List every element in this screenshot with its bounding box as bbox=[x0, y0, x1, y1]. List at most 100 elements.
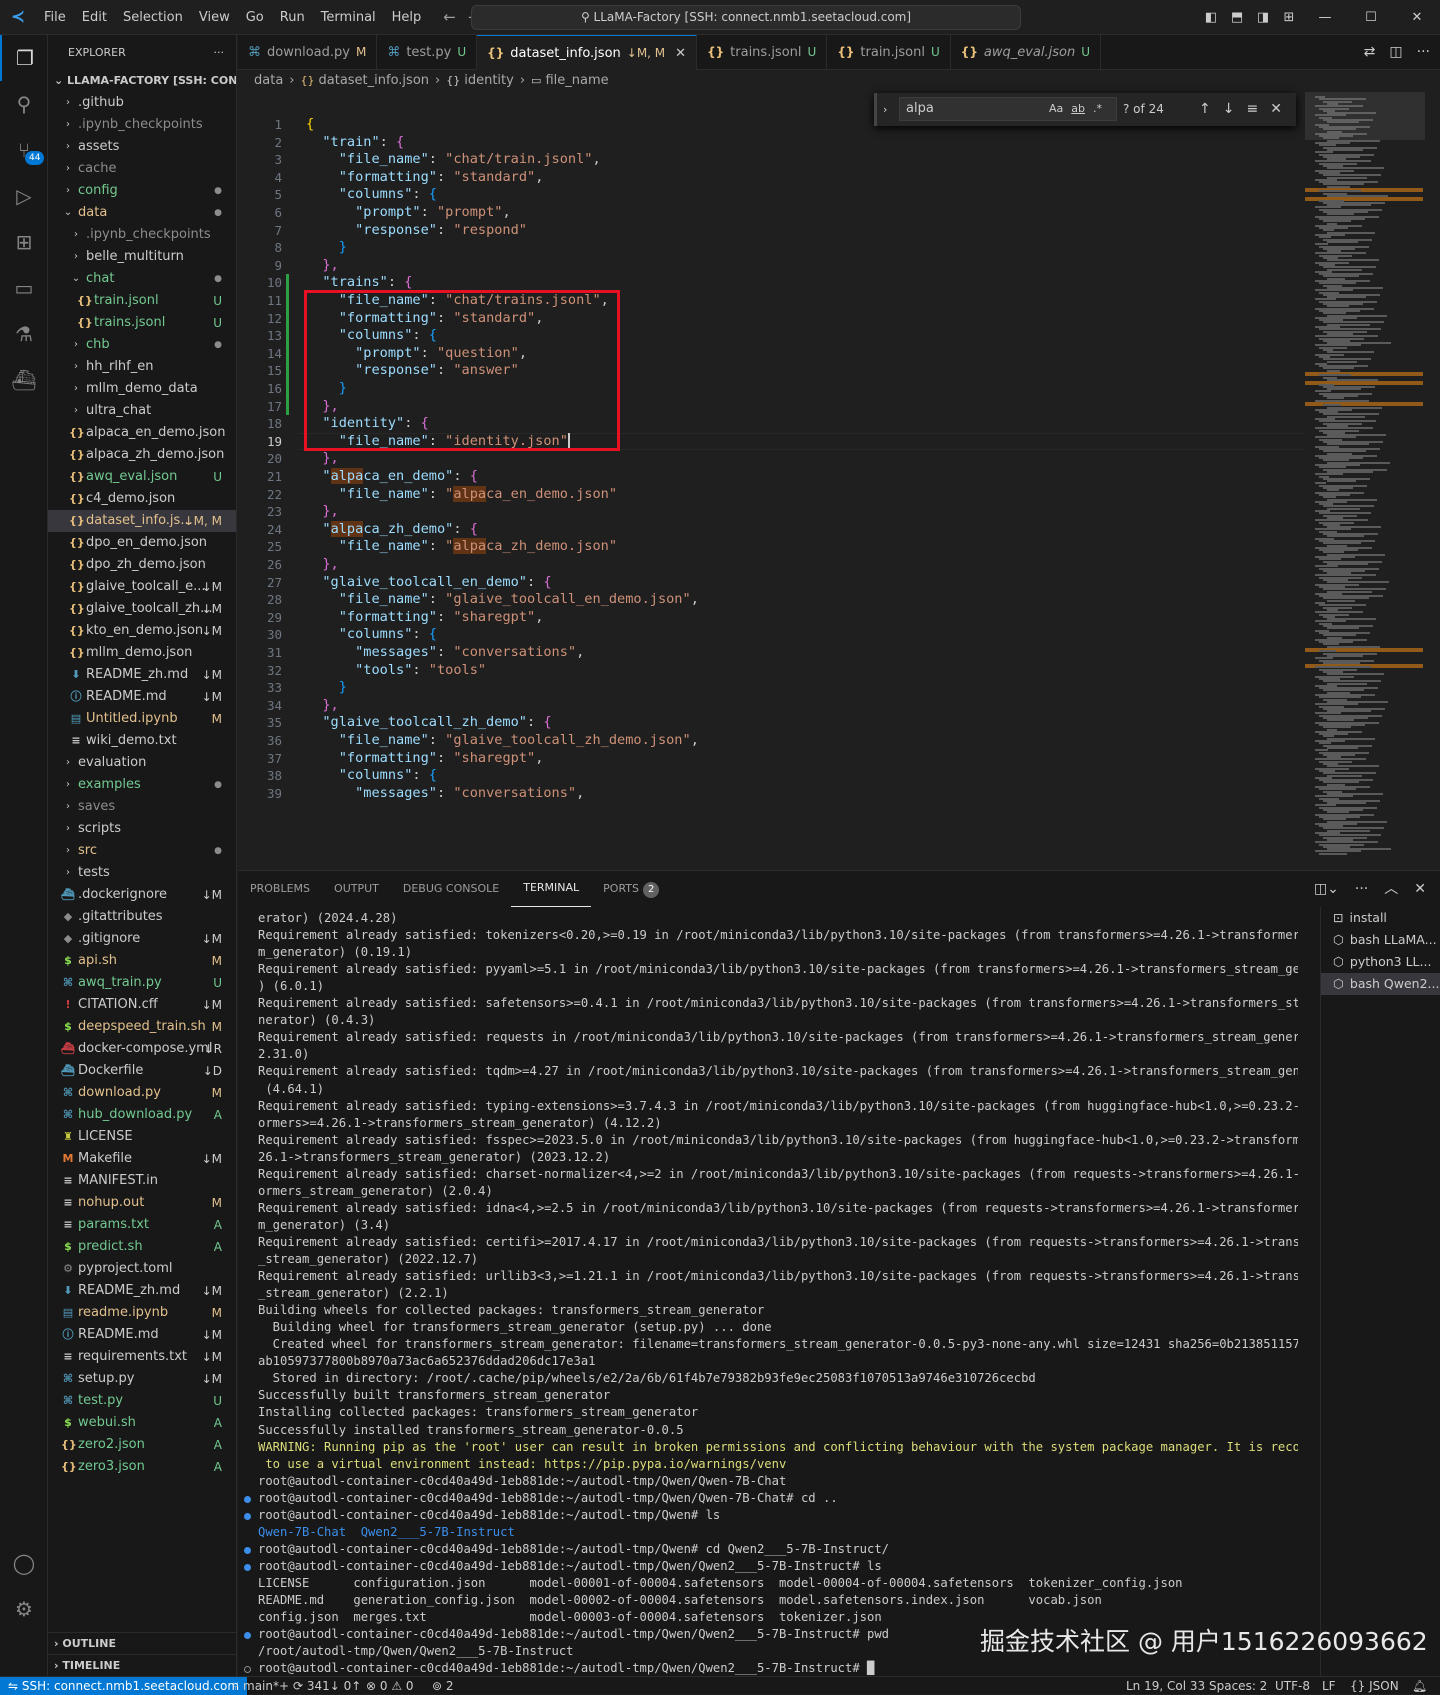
menu-run[interactable]: Run bbox=[272, 0, 313, 35]
remote-explorer-icon[interactable]: ▭ bbox=[0, 265, 48, 311]
folder-item[interactable]: › evaluation bbox=[48, 752, 236, 774]
maximize-button[interactable]: ☐ bbox=[1348, 10, 1394, 25]
customize-layout-icon[interactable]: ⊞ bbox=[1276, 10, 1302, 25]
file-item[interactable]: {} glaive_toolcall_zh... ↓M bbox=[48, 598, 236, 620]
folder-item[interactable]: › .ipynb_checkpoints bbox=[48, 224, 236, 246]
more-actions-icon[interactable]: ··· bbox=[1417, 35, 1430, 70]
command-decoration-icon[interactable] bbox=[244, 1666, 251, 1674]
file-item[interactable]: ⛴ .dockerignore ↓M bbox=[48, 884, 236, 906]
language-status[interactable]: {} JSON bbox=[1350, 1677, 1399, 1695]
file-item[interactable]: ⌘ test.py U bbox=[48, 1390, 236, 1412]
folder-item[interactable]: › config ● bbox=[48, 180, 236, 202]
tab-trains-jsonl[interactable]: {} trains.jsonl U bbox=[697, 35, 828, 70]
file-item[interactable]: ⓘ README.md ↓M bbox=[48, 686, 236, 708]
tab-dataset-info-json[interactable]: {} dataset_info.json ↓M, M ✕ bbox=[477, 35, 698, 70]
next-match-icon[interactable]: ↓ bbox=[1223, 93, 1235, 126]
back-arrow-icon[interactable]: ← bbox=[443, 8, 456, 26]
breadcrumb-item[interactable]: file_name bbox=[545, 73, 608, 88]
file-item[interactable]: {} dataset_info.js... ↓M, M bbox=[48, 510, 236, 532]
run-debug-icon[interactable]: ▷ bbox=[0, 173, 48, 219]
file-item[interactable]: {} glaive_toolcall_e... ↓M bbox=[48, 576, 236, 598]
command-decoration-icon[interactable] bbox=[244, 1495, 251, 1503]
folder-item[interactable]: › src ● bbox=[48, 840, 236, 862]
file-item[interactable]: ≡ wiki_demo.txt bbox=[48, 730, 236, 752]
close-tab-icon[interactable]: ✕ bbox=[675, 46, 686, 61]
file-item[interactable]: {} alpaca_en_demo.json bbox=[48, 422, 236, 444]
file-item[interactable]: ≡ MANIFEST.in bbox=[48, 1170, 236, 1192]
panel-tab-terminal[interactable]: TERMINAL bbox=[511, 871, 592, 907]
cursor-position[interactable]: Ln 19, Col 33 bbox=[1126, 1677, 1205, 1695]
breadcrumb-item[interactable]: identity bbox=[464, 73, 514, 88]
folder-item[interactable]: › belle_multiturn bbox=[48, 246, 236, 268]
command-decoration-icon[interactable] bbox=[244, 1563, 251, 1571]
file-item[interactable]: $ api.sh M bbox=[48, 950, 236, 972]
terminal-instance[interactable]: ⊡ install bbox=[1321, 907, 1440, 929]
terminal-instance[interactable]: ⬡ bash Qwen2... bbox=[1321, 973, 1440, 995]
panel-tab-ports[interactable]: PORTS 2 bbox=[591, 871, 671, 907]
close-find-icon[interactable]: ✕ bbox=[1270, 93, 1282, 126]
file-item[interactable]: {} mllm_demo.json bbox=[48, 642, 236, 664]
file-item[interactable]: {} c4_demo.json bbox=[48, 488, 236, 510]
testing-icon[interactable]: ⚗ bbox=[0, 311, 48, 357]
folder-item[interactable]: ⌄ data ● bbox=[48, 202, 236, 224]
file-item[interactable]: ≡ params.txt A bbox=[48, 1214, 236, 1236]
file-item[interactable]: ⛴ Dockerfile ↓D bbox=[48, 1060, 236, 1082]
folder-item[interactable]: › .ipynb_checkpoints bbox=[48, 114, 236, 136]
workspace-root[interactable]: ⌄ LLAMA-FACTORY [SSH: CONN... bbox=[48, 70, 236, 92]
branch-status[interactable]: ⑂ main*+ bbox=[232, 1677, 289, 1695]
panel-tab-debug-console[interactable]: DEBUG CONSOLE bbox=[391, 871, 511, 907]
toggle-secondary-sidebar-icon[interactable]: ◨ bbox=[1250, 10, 1276, 25]
file-item[interactable]: ▤ Untitled.ipynb M bbox=[48, 708, 236, 730]
folder-item[interactable]: › chb ● bbox=[48, 334, 236, 356]
file-item[interactable]: M Makefile ↓M bbox=[48, 1148, 236, 1170]
folder-item[interactable]: › mllm_demo_data bbox=[48, 378, 236, 400]
ports-status[interactable]: ⊚ 2 bbox=[432, 1677, 454, 1695]
extensions-icon[interactable]: ⊞ bbox=[0, 219, 48, 265]
split-terminal-icon[interactable]: ◫⌄ bbox=[1314, 871, 1339, 907]
file-item[interactable]: ⬇ README_zh.md ↓M bbox=[48, 664, 236, 686]
docker-icon[interactable]: ⛴ bbox=[0, 357, 48, 403]
menu-selection[interactable]: Selection bbox=[115, 0, 191, 35]
more-actions-icon[interactable]: ··· bbox=[1355, 871, 1368, 907]
file-item[interactable]: ⌘ awq_train.py U bbox=[48, 972, 236, 994]
file-item[interactable]: ≡ nohup.out M bbox=[48, 1192, 236, 1214]
file-item[interactable]: ♜ LICENSE bbox=[48, 1126, 236, 1148]
encoding-status[interactable]: UTF-8 bbox=[1275, 1677, 1310, 1695]
panel-tab-problems[interactable]: PROBLEMS bbox=[238, 871, 322, 907]
account-icon[interactable]: ◯ bbox=[0, 1540, 48, 1586]
menu-view[interactable]: View bbox=[191, 0, 238, 35]
tab-train-jsonl[interactable]: {} train.jsonl U bbox=[827, 35, 951, 70]
more-actions-icon[interactable]: ··· bbox=[214, 35, 225, 70]
sync-status[interactable]: ⟳ 341↓ 0↑ bbox=[293, 1677, 361, 1695]
file-item[interactable]: ⓘ README.md ↓M bbox=[48, 1324, 236, 1346]
eol-status[interactable]: LF bbox=[1322, 1677, 1336, 1695]
file-item[interactable]: {} trains.jsonl U bbox=[48, 312, 236, 334]
terminal-instance[interactable]: ⬡ bash LLaMA... bbox=[1321, 929, 1440, 951]
command-decoration-icon[interactable] bbox=[244, 1512, 251, 1520]
minimap[interactable] bbox=[1305, 92, 1440, 870]
find-in-selection-icon[interactable]: ≡ bbox=[1246, 93, 1258, 126]
file-item[interactable]: {} alpaca_zh_demo.json bbox=[48, 444, 236, 466]
file-item[interactable]: ⛴ docker-compose.yml ↓R bbox=[48, 1038, 236, 1060]
search-activity-icon[interactable]: ⚲ bbox=[0, 81, 48, 127]
folder-item[interactable]: › examples ● bbox=[48, 774, 236, 796]
tab-download-py[interactable]: ⌘ download.py M bbox=[238, 35, 378, 70]
folder-item[interactable]: › scripts bbox=[48, 818, 236, 840]
file-item[interactable]: ≡ requirements.txt ↓M bbox=[48, 1346, 236, 1368]
terminal-output[interactable]: erator) (2024.4.28) Requirement already s… bbox=[238, 907, 1298, 1677]
close-panel-icon[interactable]: ✕ bbox=[1414, 871, 1426, 907]
file-item[interactable]: ⌘ hub_download.py A bbox=[48, 1104, 236, 1126]
tab-test-py[interactable]: ⌘ test.py U bbox=[377, 35, 478, 70]
folder-item[interactable]: › hh_rlhf_en bbox=[48, 356, 236, 378]
file-item[interactable]: ◆ .gitignore ↓M bbox=[48, 928, 236, 950]
toggle-sidebar-icon[interactable]: ◧ bbox=[1198, 10, 1224, 25]
panel-tab-output[interactable]: OUTPUT bbox=[322, 871, 391, 907]
code-editor[interactable]: 1{2 "train": {3 "file_name": "chat/train… bbox=[238, 92, 1305, 870]
file-item[interactable]: ◆ .gitattributes bbox=[48, 906, 236, 928]
menu-go[interactable]: Go bbox=[238, 0, 272, 35]
minimap-slider[interactable] bbox=[1305, 92, 1425, 140]
menu-file[interactable]: File bbox=[36, 0, 74, 35]
file-item[interactable]: {} dpo_zh_demo.json bbox=[48, 554, 236, 576]
toggle-replace-chevron-icon[interactable]: › bbox=[883, 93, 887, 126]
command-center[interactable]: ⚲ LLaMA-Factory [SSH: connect.nmb1.seeta… bbox=[471, 5, 1021, 30]
